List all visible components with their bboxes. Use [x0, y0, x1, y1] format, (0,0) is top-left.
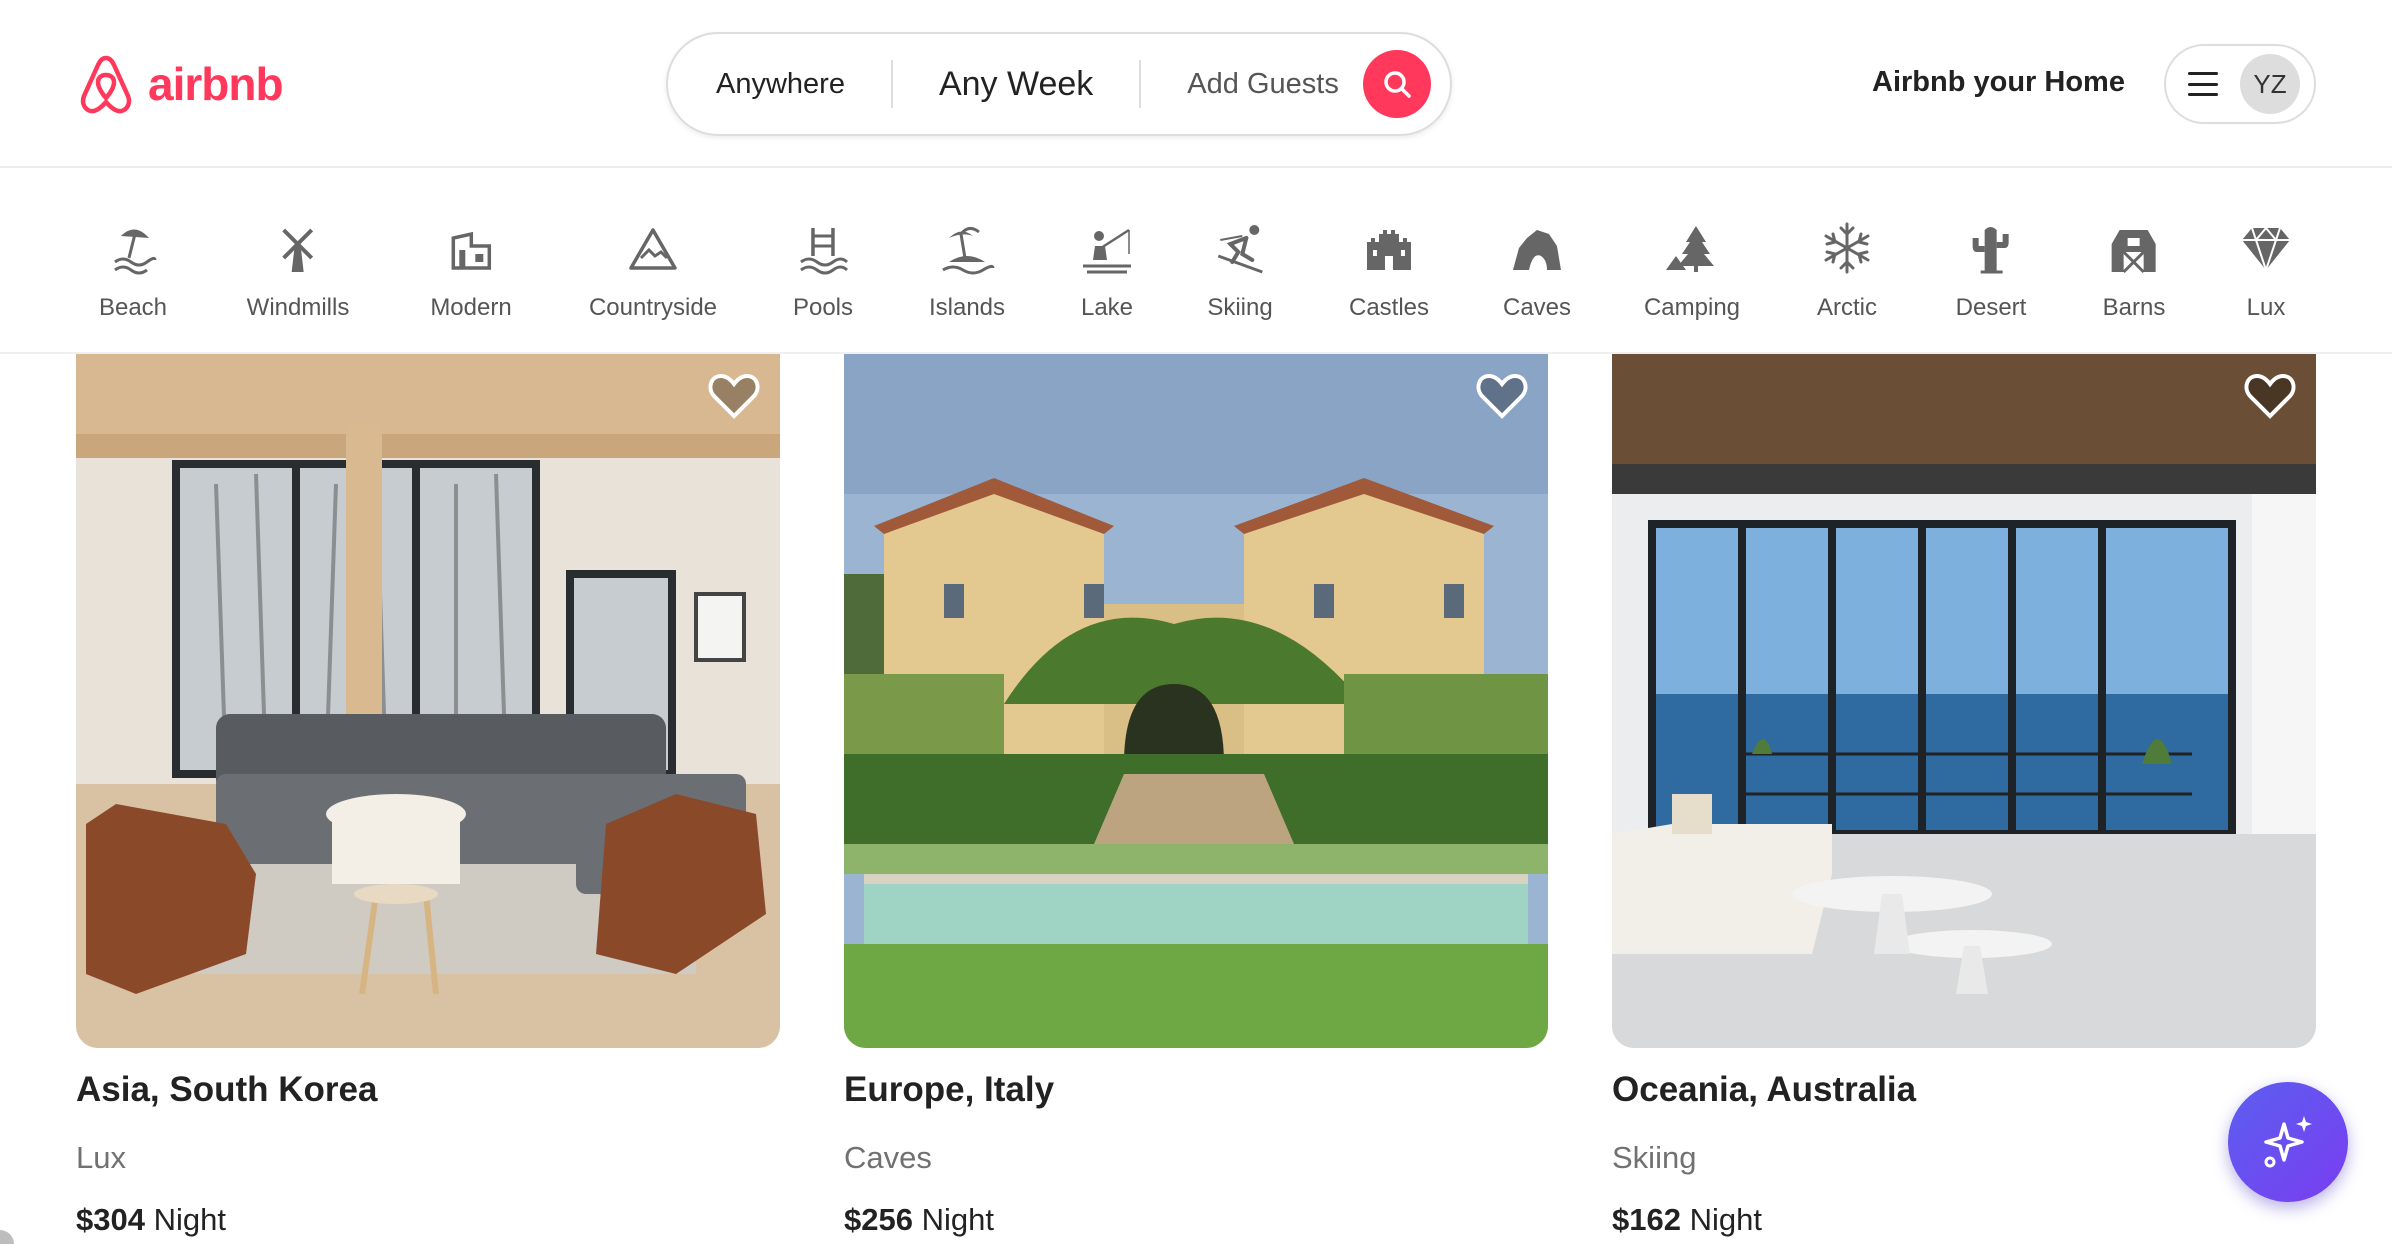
windmill-icon	[282, 228, 314, 272]
category-pools[interactable]: Pools	[793, 220, 853, 322]
category-lux[interactable]: Lux	[2238, 220, 2294, 322]
lake-fishing-icon	[1083, 228, 1131, 274]
category-label: Beach	[98, 294, 168, 321]
top-header: airbnb Anywhere Any Week Add Guests Airb…	[0, 0, 2392, 168]
price-unit: Night	[1689, 1202, 1762, 1237]
price-unit: Night	[921, 1202, 994, 1237]
skier-icon	[1217, 225, 1263, 274]
listing-card[interactable]: Europe, Italy Caves $256 Night	[844, 354, 1548, 1237]
listing-photo-image	[76, 354, 780, 1048]
price-amount: $162	[1612, 1202, 1681, 1237]
category-label: Camping	[1643, 294, 1741, 321]
category-beach[interactable]: Beach	[99, 220, 167, 322]
cave-icon	[1513, 230, 1561, 270]
category-label: Pools	[792, 294, 854, 321]
listing-photo[interactable]	[76, 354, 780, 1048]
airbnb-your-home-link[interactable]: Airbnb your Home	[1872, 66, 2125, 99]
price-amount: $304	[76, 1202, 145, 1237]
category-label: Skiing	[1207, 294, 1273, 321]
heart-icon[interactable]	[2244, 372, 2296, 420]
category-countryside[interactable]: Countryside	[589, 220, 717, 322]
category-label: Desert	[1955, 294, 2027, 321]
airbnb-logo[interactable]: airbnb	[76, 52, 284, 116]
listing-price: $162 Night	[1612, 1202, 1762, 1238]
listing-category: Caves	[844, 1140, 932, 1175]
beach-icon	[114, 229, 157, 275]
search-bar[interactable]: Anywhere Any Week Add Guests	[666, 32, 1452, 136]
category-islands[interactable]: Islands	[929, 220, 1005, 322]
price-amount: $256	[844, 1202, 913, 1237]
listing-price: $304 Night	[76, 1202, 226, 1238]
listing-price: $256 Night	[844, 1202, 994, 1238]
search-who[interactable]: Add Guests	[1141, 68, 1361, 101]
hamburger-menu-icon	[2188, 72, 2218, 96]
category-arctic[interactable]: Arctic	[1817, 220, 1877, 322]
heart-icon[interactable]	[1476, 372, 1528, 420]
modern-house-icon	[451, 231, 491, 270]
category-label: Windmills	[246, 294, 350, 321]
cactus-icon	[1973, 227, 2009, 274]
listing-title: Oceania, Australia	[1612, 1070, 1917, 1109]
category-desert[interactable]: Desert	[1955, 220, 2027, 322]
search-button[interactable]	[1362, 50, 1431, 118]
category-modern[interactable]: Modern	[430, 220, 512, 322]
pool-icon	[800, 228, 849, 275]
diamond-icon	[2242, 226, 2290, 274]
category-label: Countryside	[588, 294, 718, 321]
brand-name: airbnb	[148, 58, 284, 110]
category-label: Arctic	[1817, 294, 1877, 321]
category-windmills[interactable]: Windmills	[246, 220, 350, 322]
category-label: Caves	[1502, 294, 1572, 321]
listing-photo-image	[1612, 354, 2316, 1048]
category-label: Lux	[2246, 294, 2286, 321]
island-icon	[942, 227, 995, 275]
category-label: Islands	[928, 294, 1006, 321]
snowflake-icon	[1824, 222, 1870, 274]
barn-icon	[2111, 230, 2156, 274]
category-lake[interactable]: Lake	[1079, 220, 1135, 322]
heart-icon[interactable]	[708, 372, 760, 420]
avatar: YZ	[2240, 54, 2300, 114]
category-barns[interactable]: Barns	[2102, 220, 2166, 322]
airbnb-logo-icon	[80, 55, 132, 114]
sparkles-icon	[2264, 1116, 2312, 1168]
camping-icon	[1665, 226, 1714, 272]
mountain-icon	[629, 228, 677, 270]
listing-category: Skiing	[1612, 1140, 1697, 1175]
category-caves[interactable]: Caves	[1503, 220, 1571, 322]
listing-photo[interactable]	[844, 354, 1548, 1048]
listing-photo-image	[844, 354, 1548, 1048]
category-label: Lake	[1080, 294, 1134, 321]
price-unit: Night	[153, 1202, 226, 1237]
listing-card[interactable]: Oceania, Australia Skiing $162 Night	[1612, 354, 2316, 1237]
category-label: Castles	[1348, 294, 1430, 321]
user-menu-button[interactable]: YZ	[2164, 44, 2316, 124]
search-icon	[1384, 71, 1411, 98]
listing-title: Asia, South Korea	[76, 1070, 378, 1109]
listing-category: Lux	[76, 1140, 126, 1175]
search-where[interactable]: Anywhere	[668, 68, 891, 101]
listing-card[interactable]: Asia, South Korea Lux $304 Night	[76, 354, 780, 1237]
search-when[interactable]: Any Week	[893, 65, 1139, 104]
ai-assistant-button[interactable]	[2228, 1082, 2348, 1202]
listing-photo[interactable]	[1612, 354, 2316, 1048]
category-skiing[interactable]: Skiing	[1207, 220, 1273, 322]
window-corner	[0, 1230, 14, 1244]
category-label: Barns	[2102, 294, 2166, 321]
category-castles[interactable]: Castles	[1349, 220, 1429, 322]
castle-icon	[1367, 230, 1411, 270]
category-bar: Beach Windmills Modern Countryside Pools…	[0, 170, 2392, 354]
category-label: Modern	[430, 294, 512, 321]
category-camping[interactable]: Camping	[1644, 220, 1740, 322]
listing-title: Europe, Italy	[844, 1070, 1055, 1109]
